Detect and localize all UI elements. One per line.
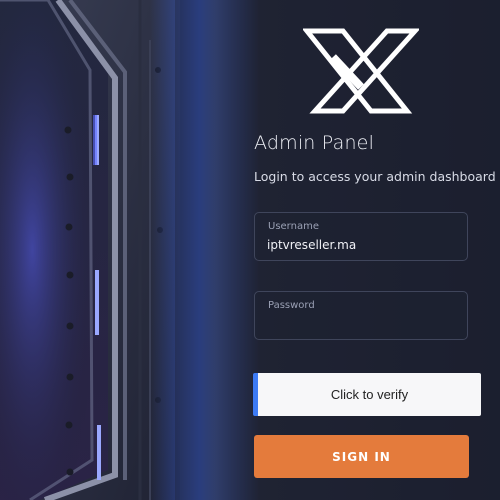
page-title: Admin Panel [254, 132, 375, 154]
x-logo-icon [303, 28, 419, 114]
page-subtitle: Login to access your admin dashboard [254, 169, 496, 184]
username-label: Username [268, 221, 319, 232]
username-input[interactable] [267, 235, 457, 255]
sign-in-button[interactable]: SIGN IN [254, 435, 469, 478]
password-field[interactable]: Password [254, 291, 468, 340]
password-input[interactable] [267, 314, 457, 334]
username-field[interactable]: Username [254, 212, 468, 261]
captcha-verify-button[interactable]: Click to verify [253, 373, 481, 416]
password-label: Password [268, 300, 315, 311]
login-page: Admin Panel Login to access your admin d… [0, 0, 500, 500]
captcha-verify-label: Click to verify [330, 387, 409, 402]
